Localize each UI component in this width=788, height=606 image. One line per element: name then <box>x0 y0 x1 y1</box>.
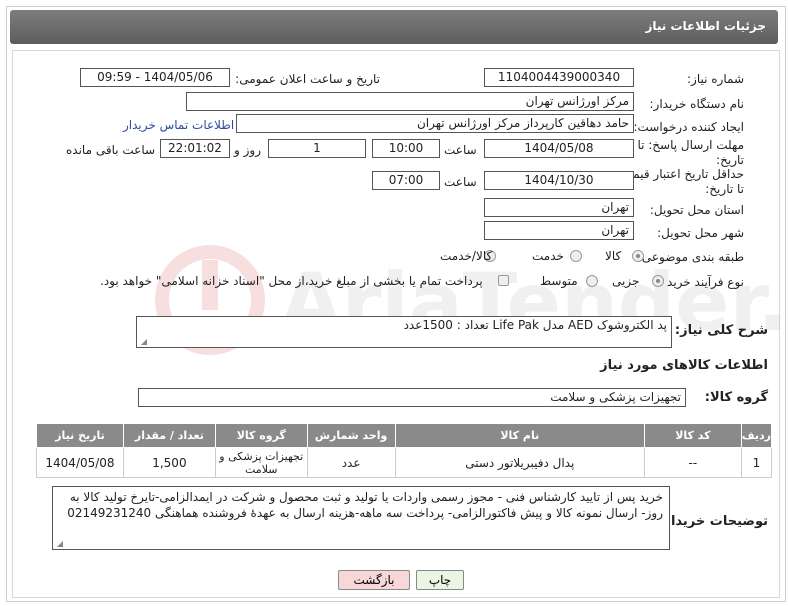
goods-table-header: ردیف کد کالا نام کالا واحد شمارش گروه کا… <box>36 423 773 448</box>
category-option-both: کالا/خدمت <box>440 249 493 263</box>
requester-label: ایجاد کننده درخواست: <box>633 120 744 134</box>
cell-name: پدال دفیبریلاتور دستی <box>394 447 646 478</box>
deadline-label: مهلت ارسال پاسخ: تا تاریخ: <box>637 138 744 167</box>
province-field: تهران <box>484 198 634 217</box>
description-label: شرح کلی نیاز: <box>674 323 768 338</box>
buyer-notes-label: توضیحات خریدار: <box>658 514 768 529</box>
buyer-org-label: نام دستگاه خریدار: <box>649 97 745 111</box>
process-option-medium: متوسط <box>540 274 578 288</box>
category-option-goods: کالا <box>605 249 622 263</box>
col-code: کد کالا <box>644 423 742 448</box>
treasury-payment-note: پرداخت تمام یا بخشی از مبلغ خرید،از محل … <box>100 274 483 288</box>
category-radio-goods[interactable] <box>632 250 644 262</box>
days-label: روز و <box>234 143 261 157</box>
page-title: جزئیات اطلاعات نیاز <box>645 19 766 33</box>
announce-label: تاریخ و ساعت اعلان عمومی: <box>235 72 380 86</box>
col-date: تاریخ نیاز <box>36 423 124 448</box>
col-row: ردیف <box>740 423 773 448</box>
cell-group: تجهیزات پزشکی و سلامت <box>214 447 308 478</box>
city-label: شهر محل تحویل: <box>657 226 744 240</box>
buyer-org-field: مرکز اورژانس تهران <box>186 92 634 111</box>
validity-date-field: 1404/10/30 <box>484 171 634 190</box>
goods-group-label: گروه کالا: <box>704 390 768 405</box>
category-option-service: خدمت <box>532 249 564 263</box>
remaining-label: ساعت باقی مانده <box>66 143 156 157</box>
col-quantity: تعداد / مقدار <box>122 423 216 448</box>
description-text: پد الکتروشوک AED مدل Life Pak تعداد : 15… <box>403 318 667 332</box>
treasury-payment-checkbox[interactable] <box>498 275 509 286</box>
process-radio-minor[interactable] <box>652 275 664 287</box>
validity-time-field: 07:00 <box>372 171 440 190</box>
description-field[interactable]: پد الکتروشوک AED مدل Life Pak تعداد : 15… <box>136 316 672 348</box>
cell-quantity: 1,500 <box>122 447 216 478</box>
days-field: 1 <box>268 139 366 158</box>
cell-row: 1 <box>740 447 773 478</box>
goods-section-title: اطلاعات کالاهای مورد نیاز <box>600 358 768 373</box>
city-field: تهران <box>484 221 634 240</box>
col-group: گروه کالا <box>214 423 308 448</box>
goods-group-field: تجهیزات پزشکی و سلامت <box>138 388 686 407</box>
buyer-notes-field[interactable]: خرید پس از تایید کارشناس فنی - مجوز رسمی… <box>52 486 670 550</box>
print-button[interactable]: چاپ <box>416 570 464 590</box>
deadline-time-field: 10:00 <box>372 139 440 158</box>
page-header: جزئیات اطلاعات نیاز <box>10 10 778 44</box>
col-unit: واحد شمارش <box>306 423 396 448</box>
contact-buyer-link[interactable]: اطلاعات تماس خریدار <box>123 118 234 132</box>
col-name: نام کالا <box>394 423 646 448</box>
requester-field: حامد دهاقین کارپرداز مرکز اورژانس تهران <box>236 114 634 133</box>
remaining-time-field: 22:01:02 <box>160 139 230 158</box>
goods-table: ردیف کد کالا نام کالا واحد شمارش گروه کا… <box>36 423 773 478</box>
deadline-date-field: 1404/05/08 <box>484 139 634 158</box>
cell-unit: عدد <box>306 447 396 478</box>
deadline-time-label: ساعت <box>444 143 477 157</box>
cell-code: -- <box>644 447 742 478</box>
validity-time-label: ساعت <box>444 175 477 189</box>
table-row: 1 -- پدال دفیبریلاتور دستی عدد تجهیزات پ… <box>36 447 773 478</box>
province-label: استان محل تحویل: <box>649 203 744 217</box>
resize-handle-icon[interactable]: ◢ <box>55 540 63 548</box>
back-button[interactable]: بازگشت <box>338 570 410 590</box>
announce-field: 1404/05/06 - 09:59 <box>80 68 230 87</box>
need-number-field: 1104004439000340 <box>484 68 634 87</box>
process-label: نوع فرآیند خرید : <box>659 275 744 289</box>
cell-date: 1404/05/08 <box>36 447 124 478</box>
resize-handle-icon[interactable]: ◢ <box>139 338 147 346</box>
category-radio-service[interactable] <box>570 250 582 262</box>
process-radio-medium[interactable] <box>586 275 598 287</box>
process-option-minor: جزیی <box>612 274 640 288</box>
need-number-label: شماره نیاز: <box>687 72 744 86</box>
category-label: طبقه بندی موضوعی: <box>637 250 744 264</box>
buyer-notes-text: خرید پس از تایید کارشناس فنی - مجوز رسمی… <box>67 490 663 520</box>
